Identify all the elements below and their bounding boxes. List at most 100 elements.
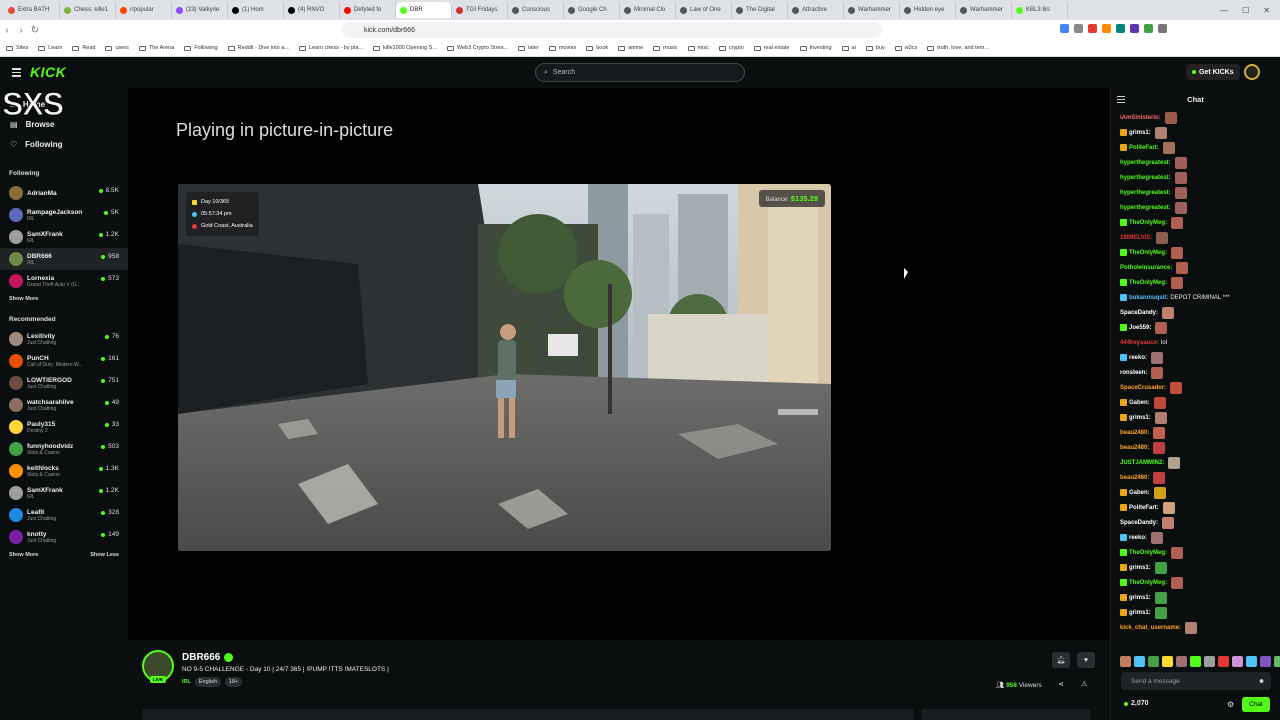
- chat-username[interactable]: bukanmuqsit:: [1129, 295, 1168, 301]
- chat-username[interactable]: JUSTJAMMIN2:: [1120, 460, 1164, 466]
- emote-icon[interactable]: [1274, 656, 1280, 667]
- sidebar-channel[interactable]: SamXFrank IRL 1.2K: [0, 226, 128, 248]
- stream-category[interactable]: IRL: [182, 679, 191, 685]
- chat-username[interactable]: iAmSinisterio:: [1120, 115, 1161, 121]
- browser-tab[interactable]: (23) Valkyrie: [172, 2, 228, 18]
- kick-logo[interactable]: KICK: [30, 64, 66, 80]
- bookmark-item[interactable]: w3cs: [894, 45, 917, 51]
- maximize-icon[interactable]: ☐: [1242, 6, 1249, 15]
- extension-icon[interactable]: [1088, 24, 1097, 33]
- search-input[interactable]: ⌕ Search: [535, 63, 745, 82]
- show-more-button[interactable]: Show More: [9, 552, 38, 558]
- sidebar-channel[interactable]: RampageJackson IRL 5K: [0, 204, 128, 226]
- chat-username[interactable]: grims1:: [1129, 415, 1151, 421]
- chat-settings-icon[interactable]: ⚙: [1227, 700, 1234, 709]
- browser-tab[interactable]: Minimal Clo: [620, 2, 676, 18]
- chat-username[interactable]: reeko:: [1129, 535, 1147, 541]
- sidebar-channel[interactable]: SamXFrank IRL 1.2K: [0, 482, 128, 504]
- bookmark-item[interactable]: movies: [548, 45, 576, 51]
- bookmark-item[interactable]: buy: [865, 45, 885, 51]
- chat-username[interactable]: 444keysauce:: [1120, 340, 1159, 346]
- chat-username[interactable]: reeko:: [1129, 355, 1147, 361]
- chat-username[interactable]: Gaben:: [1129, 400, 1150, 406]
- sidebar-channel[interactable]: knotty Just Chatting 149: [0, 526, 128, 548]
- bookmark-item[interactable]: Learn: [38, 45, 62, 51]
- emote-icon[interactable]: [1218, 656, 1229, 667]
- chat-username[interactable]: TheOnlyMeg:: [1129, 580, 1167, 586]
- chat-username[interactable]: kick_chat_username:: [1120, 625, 1181, 631]
- chat-username[interactable]: grims1:: [1129, 130, 1151, 136]
- notification-bell-button[interactable]: 🔔︎: [1052, 652, 1070, 668]
- chat-username[interactable]: ronsteen:: [1120, 370, 1147, 376]
- send-chat-button[interactable]: Chat: [1242, 697, 1270, 712]
- sidebar-channel[interactable]: LOWTIERGOD Just Chatting 751: [0, 372, 128, 394]
- sidebar-channel[interactable]: watchsarahlive Just Chatting 49: [0, 394, 128, 416]
- browser-tab[interactable]: TGI Fridays: [452, 2, 508, 18]
- browser-tab[interactable]: Hidden eye: [900, 2, 956, 18]
- bookmark-item[interactable]: Following: [184, 45, 218, 51]
- browser-tab[interactable]: Warhammer: [844, 2, 900, 18]
- extension-icon[interactable]: [1102, 24, 1111, 33]
- reload-icon[interactable]: ↻: [28, 25, 42, 36]
- sidebar-channel[interactable]: PunCH Call of Duty: Modern W... 161: [0, 350, 128, 372]
- video-player[interactable]: Playing in picture-in-picture Day 10/365…: [128, 88, 1110, 640]
- bookmark-item[interactable]: crypto: [718, 45, 744, 51]
- chat-username[interactable]: grims1:: [1129, 565, 1151, 571]
- browser-tab[interactable]: Chess: kille1: [60, 2, 116, 18]
- chat-username[interactable]: beau2480:: [1120, 445, 1149, 451]
- chat-username[interactable]: SpaceCrusader:: [1120, 385, 1166, 391]
- emote-icon[interactable]: [1204, 656, 1215, 667]
- emote-icon[interactable]: [1246, 656, 1257, 667]
- url-field[interactable]: kick.com/dbr666: [342, 22, 882, 38]
- extension-icon[interactable]: [1130, 24, 1139, 33]
- tag-language[interactable]: English: [194, 677, 221, 687]
- chat-username[interactable]: 1909ELVIS:: [1120, 235, 1152, 241]
- bookmark-item[interactable]: book: [586, 45, 608, 51]
- browser-tab[interactable]: (1) Hom: [228, 2, 284, 18]
- show-more-following[interactable]: Show More: [0, 292, 128, 306]
- follow-button[interactable]: ♥: [1077, 652, 1095, 668]
- sidebar-channel[interactable]: AdrianMa 8.5K: [0, 182, 128, 204]
- bookmark-item[interactable]: The Arena: [138, 45, 174, 51]
- emoji-picker-icon[interactable]: ☻: [1258, 678, 1265, 685]
- chat-username[interactable]: Gaben:: [1129, 490, 1150, 496]
- chat-username[interactable]: SpaceDandy:: [1120, 520, 1158, 526]
- chat-username[interactable]: hyperthegreatest:: [1120, 205, 1171, 211]
- emote-icon[interactable]: [1120, 656, 1131, 667]
- share-icon[interactable]: ⋖: [1058, 680, 1064, 688]
- emote-icon[interactable]: [1134, 656, 1145, 667]
- chat-username[interactable]: hyperthegreatest:: [1120, 175, 1171, 181]
- extension-icon[interactable]: [1116, 24, 1125, 33]
- chat-username[interactable]: TheOnlyMeg:: [1129, 280, 1167, 286]
- report-icon[interactable]: ⚠: [1081, 680, 1087, 688]
- browser-tab[interactable]: Law of One: [676, 2, 732, 18]
- minimize-icon[interactable]: —: [1220, 6, 1228, 15]
- back-icon[interactable]: ‹: [0, 25, 14, 36]
- bookmark-item[interactable]: ai: [841, 45, 856, 51]
- browser-tab[interactable]: Google Ch: [564, 2, 620, 18]
- sidebar-channel[interactable]: Lexitivity Just Chatting 76: [0, 328, 128, 350]
- bookmark-item[interactable]: music: [653, 45, 678, 51]
- chat-username[interactable]: PoliteFart:: [1129, 145, 1159, 151]
- extension-icon[interactable]: [1144, 24, 1153, 33]
- emote-icon[interactable]: [1232, 656, 1243, 667]
- bookmark-item[interactable]: Sites: [6, 45, 28, 51]
- emote-icon[interactable]: [1162, 656, 1173, 667]
- show-less-button[interactable]: Show Less: [90, 552, 119, 558]
- close-icon[interactable]: ✕: [1263, 6, 1270, 15]
- chat-message-input[interactable]: Send a message ☻: [1121, 672, 1271, 690]
- browser-tab[interactable]: The Digital: [732, 2, 788, 18]
- browser-tab[interactable]: Defyted fo: [340, 2, 396, 18]
- kicks-balance[interactable]: 2,070: [1124, 700, 1149, 707]
- browser-tab[interactable]: (4) RNVO: [284, 2, 340, 18]
- sidebar-nav-following[interactable]: ♡ Following: [0, 134, 128, 154]
- chat-username[interactable]: Potholeinsurance:: [1120, 265, 1172, 271]
- extension-icon[interactable]: [1074, 24, 1083, 33]
- chat-username[interactable]: Joe559:: [1129, 325, 1151, 331]
- streamer-name[interactable]: DBR666: [182, 652, 220, 663]
- chat-username[interactable]: SpaceDandy:: [1120, 310, 1158, 316]
- extension-icon[interactable]: [1060, 24, 1069, 33]
- emote-icon[interactable]: [1148, 656, 1159, 667]
- bookmark-item[interactable]: Reddit - Dive into a...: [227, 45, 289, 51]
- browser-tab[interactable]: Conscious: [508, 2, 564, 18]
